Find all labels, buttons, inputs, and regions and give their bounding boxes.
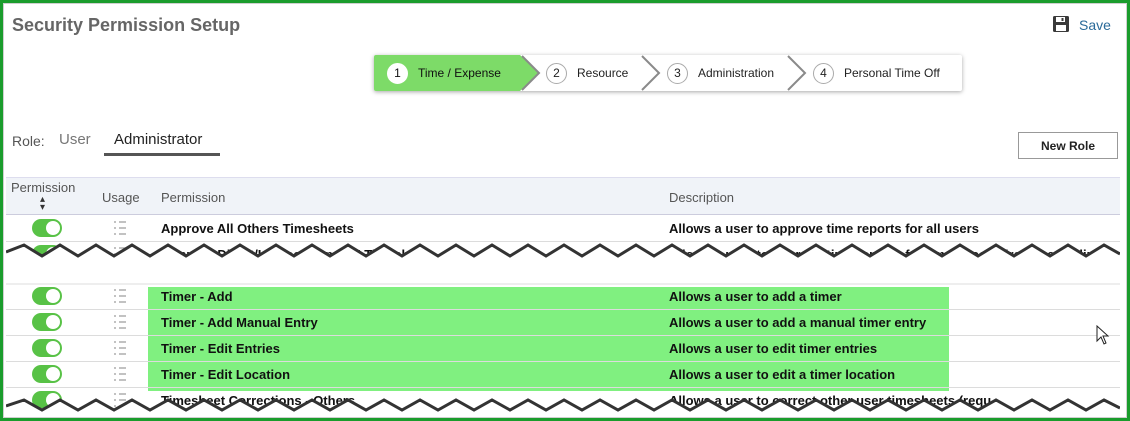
table-row[interactable]: Timer - Edit Entries Allows a user to ed… bbox=[6, 336, 1120, 362]
column-header-usage[interactable]: Usage bbox=[102, 190, 140, 205]
torn-edge-divider bbox=[6, 243, 1120, 286]
wizard-step-resource[interactable]: 2 Resource bbox=[546, 55, 628, 91]
table-row[interactable]: Timer - Edit Location Allows a user to e… bbox=[6, 362, 1120, 388]
save-label: Save bbox=[1079, 17, 1111, 33]
step-number: 4 bbox=[813, 62, 834, 84]
permission-toggle[interactable] bbox=[32, 339, 62, 357]
wizard-step-administration[interactable]: 3 Administration bbox=[667, 55, 774, 91]
sort-icon[interactable]: ▴ ▾ bbox=[40, 195, 45, 213]
permission-description: Allows a user to add a manual timer entr… bbox=[669, 315, 927, 330]
wizard-step-time-expense[interactable]: 1 Time / Expense bbox=[387, 55, 501, 91]
step-label: Time / Expense bbox=[418, 66, 501, 80]
permission-name: Approve All Others Timesheets bbox=[161, 221, 354, 236]
permission-name: Timer - Add bbox=[161, 289, 233, 304]
wizard-step-personal-time-off[interactable]: 4 Personal Time Off bbox=[813, 55, 940, 91]
column-header-permission-toggle[interactable]: Permission bbox=[11, 180, 75, 195]
usage-list-icon[interactable] bbox=[113, 365, 127, 383]
role-label: Role: bbox=[12, 133, 45, 149]
torn-edge-bottom bbox=[6, 398, 1120, 416]
permission-description: Allows a user to edit a timer location bbox=[669, 367, 896, 382]
mouse-cursor-icon bbox=[1096, 325, 1110, 345]
step-label: Personal Time Off bbox=[844, 66, 940, 80]
column-header-description[interactable]: Description bbox=[669, 190, 734, 205]
step-label: Administration bbox=[698, 66, 775, 80]
step-label: Resource bbox=[577, 66, 629, 80]
permission-toggle[interactable] bbox=[32, 219, 62, 237]
column-header-permission[interactable]: Permission bbox=[161, 190, 225, 205]
table-header: Permission ▴ ▾ Usage Permission Descripti… bbox=[6, 177, 1120, 215]
permission-description: Allows a user to add a timer bbox=[669, 289, 842, 304]
permission-toggle[interactable] bbox=[32, 313, 62, 331]
step-separator-chevron bbox=[521, 55, 541, 91]
permission-description: Allows a user to approve time reports fo… bbox=[669, 221, 979, 236]
page-title: Security Permission Setup bbox=[12, 15, 241, 35]
permission-name: Timer - Edit Location bbox=[161, 367, 291, 382]
tab-user[interactable]: User bbox=[59, 131, 91, 148]
step-wizard: 1 Time / Expense 2 Resource 3 Administra… bbox=[374, 55, 962, 91]
table-row[interactable]: Approve All Others Timesheets Allows a u… bbox=[6, 216, 1120, 242]
step-separator-chevron bbox=[787, 55, 807, 91]
usage-list-icon[interactable] bbox=[113, 287, 127, 305]
table-row[interactable]: Timer - Add Allows a user to add a timer bbox=[6, 284, 1120, 310]
permission-name: Timer - Edit Entries bbox=[161, 341, 280, 356]
new-role-button[interactable]: New Role bbox=[1018, 132, 1118, 159]
floppy-disk-icon bbox=[1053, 15, 1069, 32]
permission-description: Allows a user to edit timer entries bbox=[669, 341, 878, 356]
step-number: 2 bbox=[546, 62, 567, 84]
permission-toggle[interactable] bbox=[32, 365, 62, 383]
usage-list-icon[interactable] bbox=[113, 339, 127, 357]
save-button[interactable]: Save bbox=[1052, 14, 1111, 33]
tab-administrator[interactable]: Administrator bbox=[114, 131, 202, 148]
permission-toggle[interactable] bbox=[32, 287, 62, 305]
usage-list-icon[interactable] bbox=[113, 219, 127, 237]
usage-list-icon[interactable] bbox=[113, 313, 127, 331]
table-row[interactable]: Timer - Add Manual Entry Allows a user t… bbox=[6, 310, 1120, 336]
step-separator-chevron bbox=[641, 55, 661, 91]
step-number: 3 bbox=[667, 62, 688, 84]
step-number: 1 bbox=[387, 62, 408, 84]
selected-tab-underline bbox=[104, 153, 220, 156]
permission-name: Timer - Add Manual Entry bbox=[161, 315, 318, 330]
